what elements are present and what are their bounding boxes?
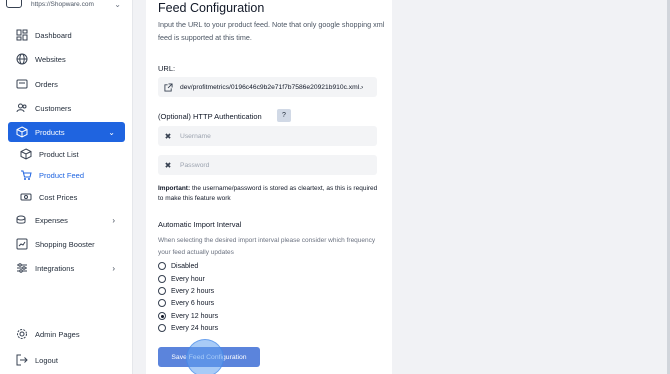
store-switcher[interactable]: https://Shopware.com ⌄ xyxy=(0,0,125,14)
radio-every-24-hours[interactable]: Every 24 hours xyxy=(158,323,218,333)
sidebar-item-label: Integrations xyxy=(35,263,75,273)
sidebar-item-label: Shopping Booster xyxy=(35,239,95,249)
sidebar-item-label: Admin Pages xyxy=(35,329,80,339)
sidebar-item-label: Logout xyxy=(35,355,58,365)
logout-icon xyxy=(16,354,28,366)
globe-icon xyxy=(16,53,28,65)
import-interval-label: Automatic Import Interval xyxy=(158,220,242,229)
radio-label: Every hour xyxy=(171,275,205,283)
coins-icon xyxy=(16,214,28,226)
radio-circle-icon[interactable] xyxy=(158,262,166,270)
help-button[interactable]: ? xyxy=(277,109,291,122)
gear-icon xyxy=(16,328,28,340)
page-description: Input the URL to your product feed. Note… xyxy=(158,20,385,42)
chevron-down-icon: ⌄ xyxy=(114,0,121,9)
sidebar-item-websites[interactable]: Websites xyxy=(8,49,125,69)
sidebar-item-admin-pages[interactable]: Admin Pages xyxy=(8,324,125,344)
sidebar-item-dashboard[interactable]: Dashboard xyxy=(8,25,125,45)
dashboard-icon xyxy=(16,29,28,41)
radio-every-12-hours[interactable]: Every 12 hours xyxy=(158,311,218,321)
feed-configuration-card: Feed Configuration Input the URL to your… xyxy=(146,0,392,374)
sidebar-item-label: Product Feed xyxy=(39,170,85,180)
radio-label: Every 2 hours xyxy=(171,287,215,295)
sidebar-item-integrations[interactable]: Integrations › xyxy=(8,258,125,278)
close-icon[interactable]: ✖ xyxy=(158,126,178,146)
note-strong: Important: xyxy=(158,185,191,192)
import-interval-description: When selecting the desired import interv… xyxy=(158,237,376,256)
store-logo-icon xyxy=(6,0,22,8)
sidebar-item-label: Product List xyxy=(39,149,79,159)
close-icon[interactable]: ✖ xyxy=(158,155,178,175)
sidebar-item-label: Dashboard xyxy=(35,30,72,40)
sidebar-item-label: Products xyxy=(35,127,65,137)
radio-circle-icon[interactable] xyxy=(158,299,166,307)
username-input[interactable] xyxy=(180,132,370,140)
feed-icon xyxy=(20,169,32,181)
sidebar-item-label: Cost Prices xyxy=(39,192,78,202)
password-input[interactable] xyxy=(180,161,370,169)
sidebar-item-cost-prices[interactable]: Cost Prices xyxy=(12,187,129,207)
box-icon xyxy=(16,126,28,138)
note-text: the username/password is stored as clear… xyxy=(158,185,378,202)
radio-label: Disabled xyxy=(171,262,199,270)
radio-every-hour[interactable]: Every hour xyxy=(158,274,205,284)
box-icon xyxy=(20,148,32,160)
page-title: Feed Configuration xyxy=(158,1,265,15)
radio-every-6-hours[interactable]: Every 6 hours xyxy=(158,298,214,308)
sidebar-item-expenses[interactable]: Expenses › xyxy=(8,210,125,230)
sidebar-item-product-feed[interactable]: Product Feed xyxy=(12,165,129,185)
sidebar-item-label: Expenses xyxy=(35,215,68,225)
chevron-down-icon: ⌄ xyxy=(108,127,115,137)
click-indicator xyxy=(186,339,224,374)
radio-disabled[interactable]: Disabled xyxy=(158,261,198,271)
users-icon xyxy=(16,102,28,114)
cleartext-note: Important: the username/password is stor… xyxy=(158,184,384,204)
sidebar-item-label: Websites xyxy=(35,54,66,64)
url-field[interactable]: ‹.dev/profitmetrics/0196c46c9b2e71f7b758… xyxy=(158,77,377,97)
sidebar-item-customers[interactable]: Customers xyxy=(8,98,125,118)
url-value[interactable]: ‹.dev/profitmetrics/0196c46c9b2e71f7b758… xyxy=(180,84,372,91)
radio-every-2-hours[interactable]: Every 2 hours xyxy=(158,286,214,296)
radio-circle-icon[interactable] xyxy=(158,312,166,320)
sidebar-item-products[interactable]: Products ⌄ xyxy=(8,122,125,142)
sidebar: https://Shopware.com ⌄ Dashboard Website… xyxy=(0,0,133,374)
content-background xyxy=(392,0,670,374)
radio-label: Every 6 hours xyxy=(171,299,215,307)
sidebar-item-label: Customers xyxy=(35,103,72,113)
radio-label: Every 12 hours xyxy=(171,312,219,320)
integrations-icon xyxy=(16,262,28,274)
sidebar-item-product-list[interactable]: Product List xyxy=(12,144,129,164)
password-field[interactable]: ✖ xyxy=(158,155,377,175)
booster-icon xyxy=(16,238,28,250)
http-auth-label: (Optional) HTTP Authentication xyxy=(158,112,262,121)
sidebar-item-label: Orders xyxy=(35,79,58,89)
radio-circle-icon[interactable] xyxy=(158,324,166,332)
chevron-right-icon: › xyxy=(112,263,115,273)
store-url: https://Shopware.com xyxy=(31,1,94,8)
chevron-right-icon: › xyxy=(112,215,115,225)
username-field[interactable]: ✖ xyxy=(158,126,377,146)
sidebar-item-shopping-booster[interactable]: Shopping Booster xyxy=(8,234,125,254)
radio-circle-icon[interactable] xyxy=(158,275,166,283)
url-label: URL: xyxy=(158,64,176,73)
sidebar-item-orders[interactable]: Orders xyxy=(8,74,125,94)
radio-circle-icon[interactable] xyxy=(158,287,166,295)
money-icon xyxy=(20,191,32,203)
external-link-icon[interactable] xyxy=(158,77,178,97)
sidebar-item-logout[interactable]: Logout xyxy=(8,350,125,370)
orders-icon xyxy=(16,78,28,90)
radio-label: Every 24 hours xyxy=(171,324,219,332)
